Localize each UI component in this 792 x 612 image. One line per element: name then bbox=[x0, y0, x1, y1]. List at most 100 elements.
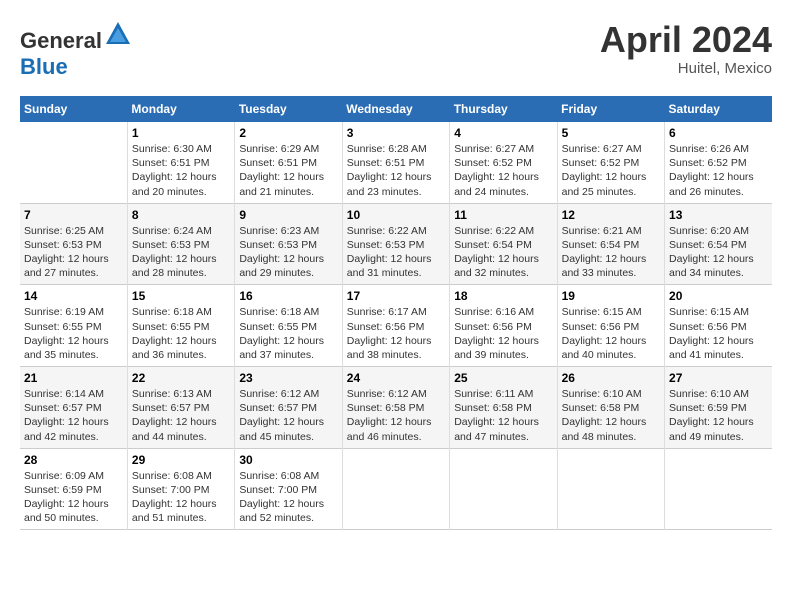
day-info: Sunrise: 6:27 AMSunset: 6:52 PMDaylight:… bbox=[454, 142, 552, 199]
calendar-cell: 9 Sunrise: 6:23 AMSunset: 6:53 PMDaylight… bbox=[235, 203, 342, 285]
day-number: 1 bbox=[132, 126, 230, 140]
calendar-cell: 6Sunrise: 6:26 AMSunset: 6:52 PMDaylight… bbox=[665, 122, 772, 203]
day-number: 14 bbox=[24, 289, 123, 303]
day-info: Sunrise: 6:20 AMSunset: 6:54 PMDaylight:… bbox=[669, 224, 768, 281]
week-row-4: 21 Sunrise: 6:14 AMSunset: 6:57 PMDayligh… bbox=[20, 367, 772, 449]
calendar-cell: 17Sunrise: 6:17 AMSunset: 6:56 PMDayligh… bbox=[342, 285, 449, 367]
month-year-title: April 2024 bbox=[600, 20, 772, 60]
calendar-cell: 8 Sunrise: 6:24 AMSunset: 6:53 PMDaylight… bbox=[127, 203, 234, 285]
calendar-cell: 15 Sunrise: 6:18 AMSunset: 6:55 PMDayligh… bbox=[127, 285, 234, 367]
day-number: 28 bbox=[24, 453, 123, 467]
logo-general: General bbox=[20, 28, 102, 53]
day-number: 24 bbox=[347, 371, 445, 385]
day-info: Sunrise: 6:10 AMSunset: 6:58 PMDaylight:… bbox=[562, 387, 660, 444]
day-number: 13 bbox=[669, 208, 768, 222]
calendar-cell: 3 Sunrise: 6:28 AMSunset: 6:51 PMDaylight… bbox=[342, 122, 449, 203]
day-number: 22 bbox=[132, 371, 230, 385]
calendar-cell: 13 Sunrise: 6:20 AMSunset: 6:54 PMDayligh… bbox=[665, 203, 772, 285]
calendar-cell: 19 Sunrise: 6:15 AMSunset: 6:56 PMDayligh… bbox=[557, 285, 664, 367]
day-number: 21 bbox=[24, 371, 123, 385]
day-info: Sunrise: 6:13 AMSunset: 6:57 PMDaylight:… bbox=[132, 387, 230, 444]
calendar-cell: 18Sunrise: 6:16 AMSunset: 6:56 PMDayligh… bbox=[450, 285, 557, 367]
calendar-cell: 25 Sunrise: 6:11 AMSunset: 6:58 PMDayligh… bbox=[450, 367, 557, 449]
day-info: Sunrise: 6:18 AMSunset: 6:55 PMDaylight:… bbox=[132, 305, 230, 362]
calendar-cell: 26 Sunrise: 6:10 AMSunset: 6:58 PMDayligh… bbox=[557, 367, 664, 449]
day-number: 7 bbox=[24, 208, 123, 222]
day-info: Sunrise: 6:22 AMSunset: 6:54 PMDaylight:… bbox=[454, 224, 552, 281]
calendar-table: SundayMondayTuesdayWednesdayThursdayFrid… bbox=[20, 96, 772, 530]
day-number: 11 bbox=[454, 208, 552, 222]
day-number: 29 bbox=[132, 453, 230, 467]
calendar-cell: 1 Sunrise: 6:30 AMSunset: 6:51 PMDaylight… bbox=[127, 122, 234, 203]
day-number: 20 bbox=[669, 289, 768, 303]
calendar-cell: 30 Sunrise: 6:08 AMSunset: 7:00 PMDayligh… bbox=[235, 448, 342, 530]
calendar-cell: 2 Sunrise: 6:29 AMSunset: 6:51 PMDaylight… bbox=[235, 122, 342, 203]
day-number: 8 bbox=[132, 208, 230, 222]
calendar-cell: 11 Sunrise: 6:22 AMSunset: 6:54 PMDayligh… bbox=[450, 203, 557, 285]
day-number: 26 bbox=[562, 371, 660, 385]
day-info: Sunrise: 6:18 AMSunset: 6:55 PMDaylight:… bbox=[239, 305, 337, 362]
day-info: Sunrise: 6:28 AMSunset: 6:51 PMDaylight:… bbox=[347, 142, 445, 199]
calendar-cell: 27Sunrise: 6:10 AMSunset: 6:59 PMDayligh… bbox=[665, 367, 772, 449]
day-info: Sunrise: 6:12 AMSunset: 6:58 PMDaylight:… bbox=[347, 387, 445, 444]
day-info: Sunrise: 6:29 AMSunset: 6:51 PMDaylight:… bbox=[239, 142, 337, 199]
day-number: 19 bbox=[562, 289, 660, 303]
day-number: 25 bbox=[454, 371, 552, 385]
day-number: 5 bbox=[562, 126, 660, 140]
weekday-header-wednesday: Wednesday bbox=[342, 96, 449, 122]
calendar-cell: 20 Sunrise: 6:15 AMSunset: 6:56 PMDayligh… bbox=[665, 285, 772, 367]
week-row-2: 7Sunrise: 6:25 AMSunset: 6:53 PMDaylight… bbox=[20, 203, 772, 285]
day-number: 9 bbox=[239, 208, 337, 222]
day-info: Sunrise: 6:22 AMSunset: 6:53 PMDaylight:… bbox=[347, 224, 445, 281]
logo-text: General Blue bbox=[20, 20, 132, 80]
day-number: 18 bbox=[454, 289, 552, 303]
day-number: 4 bbox=[454, 126, 552, 140]
location-subtitle: Huitel, Mexico bbox=[600, 60, 772, 77]
calendar-cell: 12Sunrise: 6:21 AMSunset: 6:54 PMDayligh… bbox=[557, 203, 664, 285]
calendar-cell: 28 Sunrise: 6:09 AMSunset: 6:59 PMDayligh… bbox=[20, 448, 127, 530]
calendar-cell: 4 Sunrise: 6:27 AMSunset: 6:52 PMDaylight… bbox=[450, 122, 557, 203]
day-number: 3 bbox=[347, 126, 445, 140]
day-number: 23 bbox=[239, 371, 337, 385]
calendar-cell: 22 Sunrise: 6:13 AMSunset: 6:57 PMDayligh… bbox=[127, 367, 234, 449]
day-info: Sunrise: 6:24 AMSunset: 6:53 PMDaylight:… bbox=[132, 224, 230, 281]
calendar-cell: 21 Sunrise: 6:14 AMSunset: 6:57 PMDayligh… bbox=[20, 367, 127, 449]
logo-blue: Blue bbox=[20, 54, 68, 79]
day-info: Sunrise: 6:15 AMSunset: 6:56 PMDaylight:… bbox=[562, 305, 660, 362]
week-row-3: 14 Sunrise: 6:19 AMSunset: 6:55 PMDayligh… bbox=[20, 285, 772, 367]
calendar-cell: 29 Sunrise: 6:08 AMSunset: 7:00 PMDayligh… bbox=[127, 448, 234, 530]
day-number: 27 bbox=[669, 371, 768, 385]
day-info: Sunrise: 6:08 AMSunset: 7:00 PMDaylight:… bbox=[239, 469, 337, 526]
day-info: Sunrise: 6:23 AMSunset: 6:53 PMDaylight:… bbox=[239, 224, 337, 281]
calendar-cell: 10 Sunrise: 6:22 AMSunset: 6:53 PMDayligh… bbox=[342, 203, 449, 285]
calendar-cell: 7Sunrise: 6:25 AMSunset: 6:53 PMDaylight… bbox=[20, 203, 127, 285]
day-info: Sunrise: 6:26 AMSunset: 6:52 PMDaylight:… bbox=[669, 142, 768, 199]
day-number: 17 bbox=[347, 289, 445, 303]
day-info: Sunrise: 6:21 AMSunset: 6:54 PMDaylight:… bbox=[562, 224, 660, 281]
calendar-cell bbox=[20, 122, 127, 203]
day-info: Sunrise: 6:11 AMSunset: 6:58 PMDaylight:… bbox=[454, 387, 552, 444]
logo: General Blue bbox=[20, 20, 132, 80]
day-info: Sunrise: 6:30 AMSunset: 6:51 PMDaylight:… bbox=[132, 142, 230, 199]
day-info: Sunrise: 6:08 AMSunset: 7:00 PMDaylight:… bbox=[132, 469, 230, 526]
week-row-5: 28 Sunrise: 6:09 AMSunset: 6:59 PMDayligh… bbox=[20, 448, 772, 530]
calendar-cell bbox=[450, 448, 557, 530]
calendar-cell: 14 Sunrise: 6:19 AMSunset: 6:55 PMDayligh… bbox=[20, 285, 127, 367]
day-number: 15 bbox=[132, 289, 230, 303]
day-number: 10 bbox=[347, 208, 445, 222]
day-info: Sunrise: 6:09 AMSunset: 6:59 PMDaylight:… bbox=[24, 469, 123, 526]
day-number: 30 bbox=[239, 453, 337, 467]
day-number: 2 bbox=[239, 126, 337, 140]
week-row-1: 1 Sunrise: 6:30 AMSunset: 6:51 PMDaylight… bbox=[20, 122, 772, 203]
weekday-header-tuesday: Tuesday bbox=[235, 96, 342, 122]
day-info: Sunrise: 6:14 AMSunset: 6:57 PMDaylight:… bbox=[24, 387, 123, 444]
weekday-header-friday: Friday bbox=[557, 96, 664, 122]
calendar-cell: 23Sunrise: 6:12 AMSunset: 6:57 PMDayligh… bbox=[235, 367, 342, 449]
calendar-cell bbox=[342, 448, 449, 530]
page-header: General Blue April 2024 Huitel, Mexico bbox=[20, 20, 772, 80]
day-info: Sunrise: 6:19 AMSunset: 6:55 PMDaylight:… bbox=[24, 305, 123, 362]
logo-icon bbox=[104, 20, 132, 48]
weekday-header-sunday: Sunday bbox=[20, 96, 127, 122]
day-info: Sunrise: 6:15 AMSunset: 6:56 PMDaylight:… bbox=[669, 305, 768, 362]
calendar-cell: 24 Sunrise: 6:12 AMSunset: 6:58 PMDayligh… bbox=[342, 367, 449, 449]
